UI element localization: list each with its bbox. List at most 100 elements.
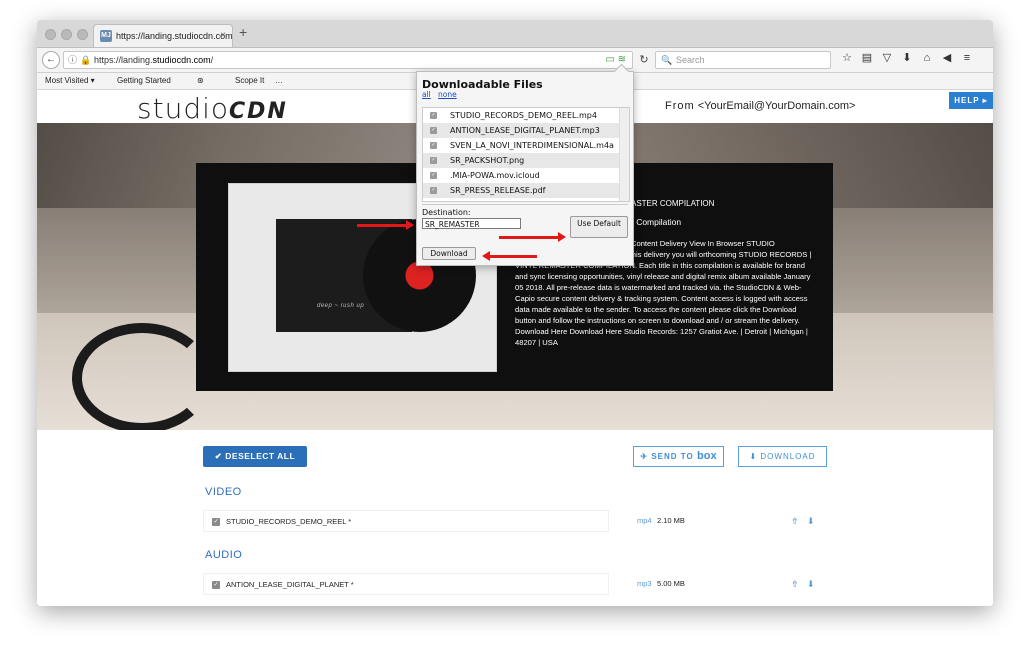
file-name: .MIA-POWA.mov.icloud (450, 171, 540, 180)
checkbox[interactable]: ✓ (430, 172, 437, 179)
annotation-arrow-right (499, 232, 566, 242)
file-list: ✓ STUDIO_RECORDS_DEMO_REEL.mp4 ✓ ANTION_LE… (422, 107, 630, 202)
file-name: SR_PACKSHOT.png (450, 156, 525, 165)
release-subtitle: - Compilation (631, 217, 682, 227)
popup-download-button[interactable]: Download (422, 247, 476, 260)
close-window-icon[interactable] (45, 29, 56, 40)
bookmark-icon[interactable]: ⊛ (197, 73, 204, 89)
select-none-link[interactable]: none (438, 90, 457, 99)
toolbar-icons: ☆ ▤ ▽ ⬇ ⌂ ◀ ≡ (837, 51, 977, 69)
list-item[interactable]: ✓ ANTION_LEASE_DIGITAL_PLANET.mp3 (423, 123, 619, 138)
url-prefix: https://landing. (94, 55, 153, 65)
file-name: SR_PRESS_RELEASE.pdf (450, 186, 546, 195)
share-icon[interactable]: ⇮ (791, 510, 799, 532)
bookmark-star-icon[interactable]: ☆ (837, 51, 857, 64)
download-icon[interactable]: ⬇ (807, 573, 815, 595)
send-icon[interactable]: ◀ (937, 51, 957, 64)
help-button[interactable]: HELP ▸ (949, 92, 993, 109)
tab-title: https://landing.studiocdn.com (116, 31, 233, 41)
release-title: ASTER COMPILATION (631, 199, 715, 208)
file-name: STUDIO_RECORDS_DEMO_REEL * (226, 517, 352, 526)
sleeve-text: deep ~ rush up (317, 303, 365, 309)
studiocdn-logo[interactable]: studioCDN (137, 92, 288, 125)
reload-icon[interactable]: ↻ (635, 51, 653, 69)
logo-light: studio (137, 92, 229, 125)
url-bar[interactable]: ⓘ 🔒 https://landing.studiocdn.com/ ▭ ≋ (63, 51, 633, 69)
list-item[interactable]: ✓ STUDIO_RECORDS_DEMO_REEL.mp4 (423, 108, 619, 123)
pocket-icon[interactable]: ▽ (877, 51, 897, 64)
send-to-box-button[interactable]: ✈ SEND TO box (633, 446, 724, 467)
file-name: STUDIO_RECORDS_DEMO_REEL.mp4 (450, 111, 597, 120)
bookmark-getting-started[interactable]: Getting Started (117, 73, 171, 89)
list-item[interactable]: ✓ .MIA-POWA.mov.icloud (423, 168, 619, 183)
file-ext: mp4 (637, 516, 652, 525)
headphones-image (72, 323, 212, 430)
browser-window: MJ https://landing.studiocdn.com × + ← ⓘ… (37, 20, 993, 606)
search-icon: 🔍 (661, 55, 673, 65)
tab-bar: MJ https://landing.studiocdn.com × + (37, 20, 993, 48)
maximize-window-icon[interactable] (77, 29, 88, 40)
from-line: From <YourEmail@YourDomain.com> (665, 100, 855, 112)
share-icon[interactable]: ⇮ (791, 573, 799, 595)
reader-view-icon[interactable]: ▤ (857, 51, 877, 64)
search-input[interactable]: 🔍 Search (655, 51, 831, 69)
destination-label: Destination: (422, 208, 471, 217)
url-text: https://landing.studiocdn.com/ (94, 52, 213, 68)
table-row[interactable]: ✓ ANTION_LEASE_DIGITAL_PLANET * mp3 5.00 … (203, 573, 827, 595)
search-placeholder: Search (676, 55, 705, 65)
lock-icon[interactable]: 🔒 (80, 52, 91, 68)
logo-bold: CDN (229, 99, 288, 124)
destination-input[interactable]: SR_REMASTER (422, 218, 521, 229)
download-button[interactable]: ⬇ DOWNLOAD (738, 446, 827, 467)
list-item[interactable]: ✓ SR_PRESS_RELEASE.pdf (423, 183, 619, 198)
checkbox[interactable]: ✓ (212, 518, 220, 527)
deselect-all-button[interactable]: ✔ DESELECT ALL (203, 446, 307, 467)
checkbox[interactable]: ✓ (430, 112, 437, 119)
minimize-window-icon[interactable] (61, 29, 72, 40)
list-item[interactable]: ✓ SR_PACKSHOT.png (423, 153, 619, 168)
new-tab-icon[interactable]: + (239, 24, 247, 40)
list-item[interactable]: ✓ SVEN_LA_NOVI_INTERDIMENSIONAL.m4a (423, 138, 619, 153)
select-all-link[interactable]: all (422, 90, 431, 99)
send-to-label: ✈ SEND TO (640, 452, 694, 461)
bookmark-more[interactable]: … (275, 73, 283, 89)
checkbox[interactable]: ✓ (212, 581, 220, 590)
annotation-arrow-left (482, 251, 537, 261)
file-name: SVEN_LA_NOVI_INTERDIMENSIONAL.m4a (450, 141, 614, 150)
menu-icon[interactable]: ≡ (957, 52, 977, 64)
url-domain: studiocdn.com (152, 55, 211, 65)
back-arrow-icon[interactable]: ← (42, 51, 60, 69)
file-ext: mp3 (637, 579, 652, 588)
file-size: 5.00 MB (657, 579, 685, 588)
checkbox[interactable]: ✓ (430, 127, 437, 134)
use-default-button[interactable]: Use Default (570, 216, 628, 238)
navigation-bar: ← ⓘ 🔒 https://landing.studiocdn.com/ ▭ ≋… (37, 48, 993, 73)
favicon-icon: MJ (100, 30, 112, 42)
checkbox[interactable]: ✓ (430, 157, 437, 164)
checkbox[interactable]: ✓ (430, 142, 437, 149)
section-video: VIDEO (205, 486, 242, 498)
checkbox[interactable]: ✓ (430, 187, 437, 194)
from-email: <YourEmail@YourDomain.com> (697, 100, 856, 112)
file-list-scrollbar[interactable] (619, 108, 629, 201)
download-icon[interactable]: ⬇ (807, 510, 815, 532)
section-audio: AUDIO (205, 549, 243, 561)
from-label: From (665, 100, 695, 112)
tab-close-icon[interactable]: × (220, 25, 226, 47)
bookmark-scope-it[interactable]: Scope It (235, 73, 264, 89)
file-list-area: ✔ DESELECT ALL ✈ SEND TO box ⬇ DOWNLOAD … (37, 430, 993, 606)
home-icon[interactable]: ⌂ (917, 52, 937, 64)
downloads-icon[interactable]: ⬇ (897, 51, 917, 64)
file-size: 2.10 MB (657, 516, 685, 525)
url-suffix: / (210, 55, 214, 65)
release-links[interactable]: Content Delivery View In Browser STUDIO (631, 238, 775, 249)
bookmark-most-visited[interactable]: Most Visited ▾ (45, 73, 95, 89)
annotation-arrow-right (357, 220, 414, 230)
file-name-cell: ✓ STUDIO_RECORDS_DEMO_REEL * (203, 510, 609, 532)
info-icon[interactable]: ⓘ (68, 52, 77, 68)
file-name: ANTION_LEASE_DIGITAL_PLANET * (226, 580, 354, 589)
box-logo: box (697, 450, 717, 462)
tab-landing[interactable]: MJ https://landing.studiocdn.com × (93, 24, 233, 47)
file-name-cell: ✓ ANTION_LEASE_DIGITAL_PLANET * (203, 573, 609, 595)
table-row[interactable]: ✓ STUDIO_RECORDS_DEMO_REEL * mp4 2.10 MB … (203, 510, 827, 532)
